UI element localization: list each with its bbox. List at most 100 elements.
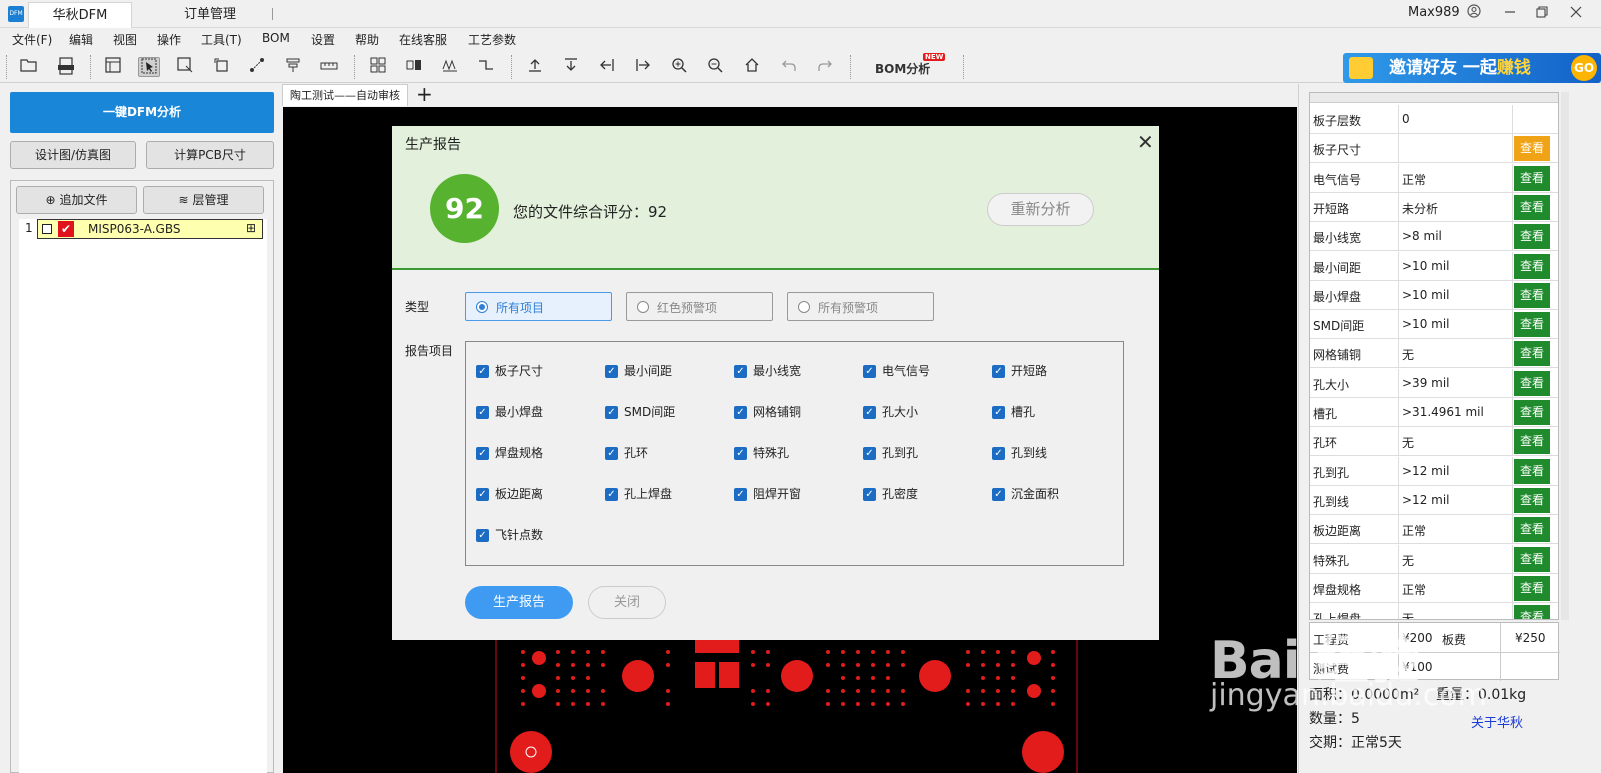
report-item-checkbox[interactable]: ✓ 孔密度 — [863, 486, 918, 502]
report-item-checkbox[interactable]: ✓ 孔大小 — [863, 404, 918, 420]
user-icon[interactable] — [1464, 4, 1484, 24]
report-item-checkbox[interactable]: ✓ 孔到线 — [992, 445, 1047, 461]
radio-all-warnings[interactable]: 所有预警项 — [787, 292, 934, 321]
report-item-checkbox[interactable]: ✓ SMD间距 — [605, 404, 675, 420]
menu-bom[interactable]: BOM — [262, 31, 290, 45]
menu-help[interactable]: 帮助 — [355, 31, 379, 48]
view-button[interactable]: 查看 — [1514, 282, 1550, 308]
report-item-checkbox[interactable]: ✓ 最小线宽 — [734, 363, 801, 379]
one-click-dfm-button[interactable]: 一键DFM分析 — [10, 92, 274, 133]
menu-settings[interactable]: 设置 — [311, 31, 335, 48]
reanalyze-button[interactable]: 重新分析 — [987, 193, 1094, 226]
report-item-checkbox[interactable]: ✓ 最小间距 — [605, 363, 672, 379]
check-icon[interactable]: ✔ — [58, 221, 74, 237]
view-button[interactable]: 查看 — [1514, 487, 1550, 513]
view-button[interactable]: 查看 — [1514, 575, 1550, 601]
report-item-checkbox[interactable]: ✓ 孔到孔 — [863, 445, 918, 461]
report-item-checkbox[interactable]: ✓ 孔环 — [605, 445, 648, 461]
align-icon[interactable] — [282, 57, 304, 77]
align-right-icon[interactable] — [632, 57, 654, 77]
home-icon[interactable] — [741, 57, 763, 77]
about-huaqiu-link[interactable]: 关于华秋 — [1471, 712, 1523, 731]
box-select-icon[interactable] — [174, 57, 196, 77]
tab-huaqiu-dfm[interactable]: 华秋DFM — [28, 2, 132, 28]
report-item-checkbox[interactable]: ✓ 阻焊开窗 — [734, 486, 801, 502]
expand-grid-icon[interactable]: ⊞ — [246, 221, 256, 235]
report-item-checkbox[interactable]: ✓ 网格铺铜 — [734, 404, 801, 420]
radio-red-warnings[interactable]: 红色预警项 — [626, 292, 773, 321]
view-button[interactable]: 查看 — [1514, 341, 1550, 367]
rotate-icon[interactable] — [210, 57, 232, 77]
tab-order-management[interactable]: 订单管理 — [150, 2, 270, 28]
menu-tools[interactable]: 工具(T) — [201, 31, 242, 48]
redo-icon[interactable] — [814, 57, 836, 77]
report-item-checkbox[interactable]: ✓ 沉金面积 — [992, 486, 1059, 502]
view-button[interactable]: 查看 — [1514, 458, 1550, 484]
ruler-icon[interactable] — [318, 57, 340, 77]
open-folder-icon[interactable] — [18, 57, 40, 77]
close-icon[interactable]: ✕ — [1137, 132, 1154, 152]
view-button[interactable]: 查看 — [1514, 224, 1550, 250]
generate-report-button[interactable]: 生产报告 — [465, 586, 573, 619]
route-icon[interactable] — [246, 57, 268, 77]
menu-file[interactable]: 文件(F) — [12, 31, 52, 48]
doc-tab[interactable]: 陶工测试——自动审核 — [282, 84, 408, 106]
select-pointer-icon[interactable] — [138, 57, 160, 77]
minimize-icon[interactable] — [1500, 4, 1520, 24]
radio-all-items[interactable]: 所有项目 — [465, 292, 612, 321]
layer-manage-button[interactable]: ≋ 层管理 — [143, 186, 264, 214]
view-button[interactable]: 查看 — [1514, 194, 1550, 220]
file-cell[interactable]: ✔ MISP063-A.GBS ⊞ — [37, 219, 263, 239]
report-item-checkbox[interactable]: ✓ 焊盘规格 — [476, 445, 543, 461]
grid-icon[interactable] — [367, 57, 389, 77]
view-button[interactable]: 查看 — [1514, 136, 1550, 162]
component-icon[interactable] — [403, 57, 425, 77]
report-item-checkbox[interactable]: ✓ 槽孔 — [992, 404, 1035, 420]
design-sim-button[interactable]: 设计图/仿真图 — [10, 141, 136, 169]
download-icon[interactable] — [560, 57, 582, 77]
add-tab-icon[interactable]: + — [416, 83, 433, 105]
go-button[interactable]: GO — [1571, 55, 1597, 81]
add-file-button[interactable]: ⊕ 追加文件 — [16, 186, 137, 214]
close-window-icon[interactable] — [1566, 4, 1586, 24]
calc-pcb-size-button[interactable]: 计算PCB尺寸 — [146, 141, 274, 169]
align-left-icon[interactable] — [596, 57, 618, 77]
menu-process-params[interactable]: 工艺参数 — [468, 31, 516, 48]
view-button[interactable]: 查看 — [1514, 165, 1550, 191]
report-item-checkbox[interactable]: ✓ 板边距离 — [476, 486, 543, 502]
report-item-checkbox[interactable]: ✓ 孔上焊盘 — [605, 486, 672, 502]
view-button[interactable]: 查看 — [1514, 370, 1550, 396]
view-button[interactable]: 查看 — [1514, 546, 1550, 572]
file-row[interactable]: 1 ✔ MISP063-A.GBS ⊞ — [19, 219, 267, 239]
view-button[interactable]: 查看 — [1514, 605, 1550, 619]
upload-icon[interactable] — [524, 57, 546, 77]
view-button[interactable]: 查看 — [1514, 253, 1550, 279]
layout-icon[interactable] — [102, 57, 124, 77]
report-item-checkbox[interactable]: ✓ 飞针点数 — [476, 527, 543, 543]
wire-icon[interactable] — [475, 57, 497, 77]
zoom-in-icon[interactable] — [668, 57, 690, 77]
view-button[interactable]: 查看 — [1514, 312, 1550, 338]
menu-view[interactable]: 视图 — [113, 31, 137, 48]
menu-online-service[interactable]: 在线客服 — [399, 31, 447, 48]
report-item-checkbox[interactable]: ✓ 特殊孔 — [734, 445, 789, 461]
view-button[interactable]: 查看 — [1514, 517, 1550, 543]
zoom-out-icon[interactable] — [704, 57, 726, 77]
invite-friends-banner[interactable]: 邀请好友 一起赚钱 GO — [1343, 53, 1601, 83]
report-item-checkbox[interactable]: ✓ 电气信号 — [863, 363, 930, 379]
close-dialog-button[interactable]: 关闭 — [588, 586, 666, 619]
view-button[interactable]: 查看 — [1514, 429, 1550, 455]
report-item-checkbox[interactable]: ✓ 最小焊盘 — [476, 404, 543, 420]
undo-icon[interactable] — [778, 57, 800, 77]
property-scrollbar[interactable] — [1561, 92, 1569, 620]
restore-icon[interactable] — [1532, 4, 1552, 24]
waveform-icon[interactable] — [439, 57, 461, 77]
pdf-icon[interactable] — [55, 57, 77, 77]
view-button[interactable]: 查看 — [1514, 400, 1550, 425]
report-item-checkbox[interactable]: ✓ 板子尺寸 — [476, 363, 543, 379]
file-visibility-checkbox[interactable] — [42, 224, 52, 234]
menu-operation[interactable]: 操作 — [157, 31, 181, 48]
bom-analysis-button[interactable]: BOM分析 — [875, 60, 930, 77]
report-item-checkbox[interactable]: ✓ 开短路 — [992, 363, 1047, 379]
menu-edit[interactable]: 编辑 — [69, 31, 93, 48]
